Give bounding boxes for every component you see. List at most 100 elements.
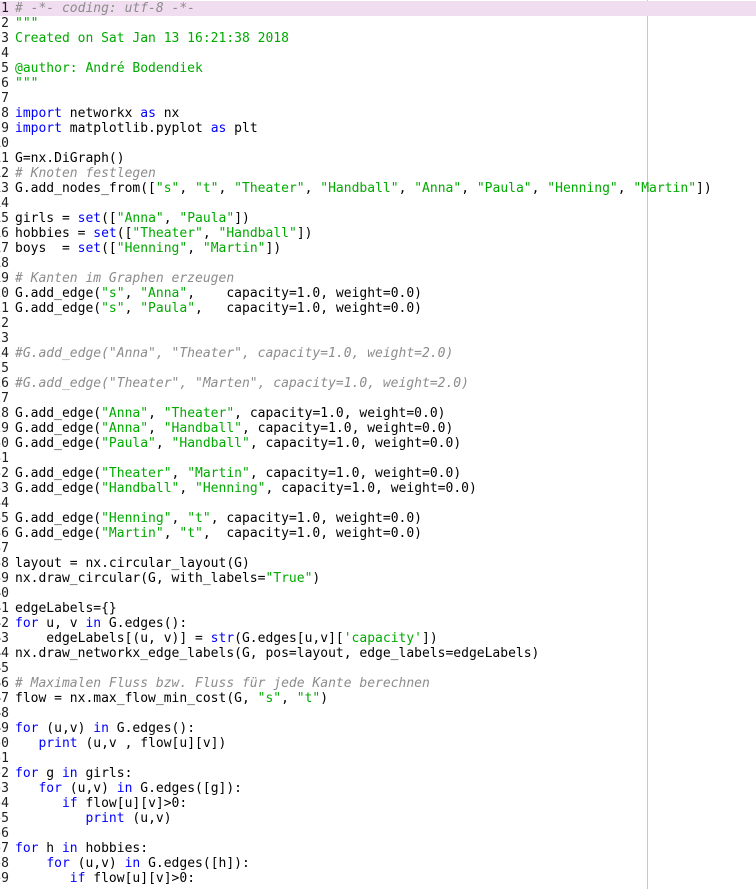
code-line[interactable]: 35 G.add_edge("Henning", "t", capacity=1.… — [0, 511, 756, 526]
line-number: 30 — [0, 436, 9, 451]
code-line[interactable]: 27 — [0, 391, 756, 406]
code-editor[interactable]: 1 # -*- coding: utf-8 -*- 2 """ 3 Created on … — [0, 0, 756, 889]
code-line[interactable]: 53 for (u,v) in G.edges([g]): — [0, 781, 756, 796]
code-token: # Maximalen Fluss bzw. Fluss für jede Ka… — [15, 676, 430, 691]
code-line[interactable]: 29 G.add_edge("Anna", "Handball", capacit… — [0, 421, 756, 436]
code-line[interactable]: 7 — [0, 91, 756, 106]
code-line[interactable]: 21 G.add_edge("s", "Paula", capacity=1.0,… — [0, 301, 756, 316]
code-token: "Paula" — [179, 211, 235, 226]
code-text: print (u,v) — [15, 811, 171, 826]
code-line[interactable]: 19 # Kanten im Graphen erzeugen — [0, 271, 756, 286]
code-line[interactable]: 41 edgeLabels={} — [0, 601, 756, 616]
code-line[interactable]: 42 for u, v in G.edges(): — [0, 616, 756, 631]
code-line[interactable]: 20 G.add_edge("s", "Anna", capacity=1.0, … — [0, 286, 756, 301]
code-token: for — [38, 781, 62, 796]
code-token: , capacity=1.0, weight=0.0) — [202, 526, 423, 541]
code-token: G.edges(): — [101, 616, 188, 631]
code-line[interactable]: 14 — [0, 196, 756, 211]
code-text: G.add_edge("Martin", "t", capacity=1.0, … — [15, 526, 422, 541]
code-token: , — [304, 181, 321, 196]
line-number: 56 — [0, 826, 9, 841]
code-token: @author: André Bodendiek — [15, 61, 203, 76]
code-text: print (u,v , flow[u][v]) — [15, 736, 226, 751]
code-token: , capacity=1.0, weight=0.0) — [249, 466, 462, 481]
code-line[interactable]: 23 — [0, 331, 756, 346]
code-line[interactable]: 9 import matplotlib.pyplot as plt — [0, 121, 756, 136]
code-token: , — [281, 691, 297, 706]
code-token: "Anna" — [140, 286, 188, 301]
code-text: for (u,v) in G.edges(): — [15, 721, 195, 736]
code-line[interactable]: 4 — [0, 46, 756, 61]
line-number: 42 — [0, 616, 9, 631]
line-number: 17 — [0, 241, 9, 256]
code-line[interactable]: 31 — [0, 451, 756, 466]
code-line[interactable]: 40 — [0, 586, 756, 601]
code-token: # Kanten im Graphen erzeugen — [15, 271, 235, 286]
code-line[interactable]: 49 for (u,v) in G.edges(): — [0, 721, 756, 736]
code-line[interactable]: 24 #G.add_edge("Anna", "Theater", capacit… — [0, 346, 756, 361]
code-line[interactable]: 6 """ — [0, 76, 756, 91]
code-text: for (u,v) in G.edges([g]): — [15, 781, 242, 796]
code-line[interactable]: 16 hobbies = set(["Theater", "Handball"]) — [0, 226, 756, 241]
code-line[interactable]: 57 for h in hobbies: — [0, 841, 756, 856]
code-line[interactable]: 54 if flow[u][v]>0: — [0, 796, 756, 811]
code-line[interactable]: 39 nx.draw_circular(G, with_labels="True"… — [0, 571, 756, 586]
code-line[interactable]: 55 print (u,v) — [0, 811, 756, 826]
code-line[interactable]: 17 boys = set(["Henning", "Martin"]) — [0, 241, 756, 256]
code-line[interactable]: 38 layout = nx.circular_layout(G) — [0, 556, 756, 571]
code-token: "t" — [296, 691, 321, 706]
code-line[interactable]: 1 # -*- coding: utf-8 -*- — [0, 1, 756, 16]
code-line[interactable]: 8 import networkx as nx — [0, 106, 756, 121]
code-text: flow = nx.max_flow_min_cost(G, "s", "t") — [15, 691, 328, 706]
code-line[interactable]: 44 nx.draw_networkx_edge_labels(G, pos=la… — [0, 646, 756, 661]
code-line[interactable]: 34 — [0, 496, 756, 511]
code-line[interactable]: 26 #G.add_edge("Theater", "Marten", capac… — [0, 376, 756, 391]
code-line[interactable]: 12 # Knoten festlegen — [0, 166, 756, 181]
code-line[interactable]: 11 G=nx.DiGraph() — [0, 151, 756, 166]
code-token: in — [61, 766, 78, 781]
code-line[interactable]: 45 — [0, 661, 756, 676]
line-number: 8 — [1, 106, 9, 121]
code-line[interactable]: 32 G.add_edge("Theater", "Martin", capaci… — [0, 466, 756, 481]
code-line[interactable]: 43 edgeLabels[(u, v)] = str(G.edges[u,v]… — [0, 631, 756, 646]
code-text: G.add_edge("Theater", "Martin", capacity… — [15, 466, 461, 481]
code-line[interactable]: 59 if flow[u][v]>0: — [0, 871, 756, 886]
code-text: edgeLabels={} — [15, 601, 117, 616]
code-line[interactable]: 56 — [0, 826, 756, 841]
code-line[interactable]: 2 """ — [0, 16, 756, 31]
code-line[interactable]: 13 G.add_nodes_from(["s", "t", "Theater",… — [0, 181, 756, 196]
code-line[interactable]: 15 girls = set(["Anna", "Paula"]) — [0, 211, 756, 226]
line-number: 31 — [0, 451, 9, 466]
code-line[interactable]: 50 print (u,v , flow[u][v]) — [0, 736, 756, 751]
line-number: 47 — [0, 691, 9, 706]
code-line[interactable]: 28 G.add_edge("Anna", "Theater", capacity… — [0, 406, 756, 421]
code-line[interactable]: 48 — [0, 706, 756, 721]
code-text: if flow[u][v]>0: — [15, 871, 195, 886]
code-token: , — [171, 511, 188, 526]
code-line[interactable]: 30 G.add_edge("Paula", "Handball", capaci… — [0, 436, 756, 451]
code-line[interactable]: 36 G.add_edge("Martin", "t", capacity=1.0… — [0, 526, 756, 541]
code-token: "Paula" — [101, 436, 156, 451]
line-number: 23 — [0, 331, 9, 346]
code-line[interactable]: 18 — [0, 256, 756, 271]
code-line[interactable]: 47 flow = nx.max_flow_min_cost(G, "s", "t… — [0, 691, 756, 706]
code-line[interactable]: 37 — [0, 541, 756, 556]
code-line[interactable]: 5 @author: André Bodendiek — [0, 61, 756, 76]
code-token: "Martin" — [187, 466, 250, 481]
code-text: G=nx.DiGraph() — [15, 151, 125, 166]
code-line[interactable]: 51 — [0, 751, 756, 766]
code-line[interactable]: 33 G.add_edge("Handball", "Henning", capa… — [0, 481, 756, 496]
code-line[interactable]: 52 for g in girls: — [0, 766, 756, 781]
code-line[interactable]: 25 — [0, 361, 756, 376]
code-line[interactable]: 46 # Maximalen Fluss bzw. Fluss für jede … — [0, 676, 756, 691]
code-token: , — [148, 406, 164, 421]
code-line[interactable]: 3 Created on Sat Jan 13 16:21:38 2018 — [0, 31, 756, 46]
code-line[interactable]: 10 — [0, 136, 756, 151]
code-text: import networkx as nx — [15, 106, 179, 121]
code-token: in — [61, 841, 78, 856]
code-token: in — [85, 616, 102, 631]
code-line[interactable]: 58 for (u,v) in G.edges([h]): — [0, 856, 756, 871]
code-line[interactable]: 22 — [0, 316, 756, 331]
